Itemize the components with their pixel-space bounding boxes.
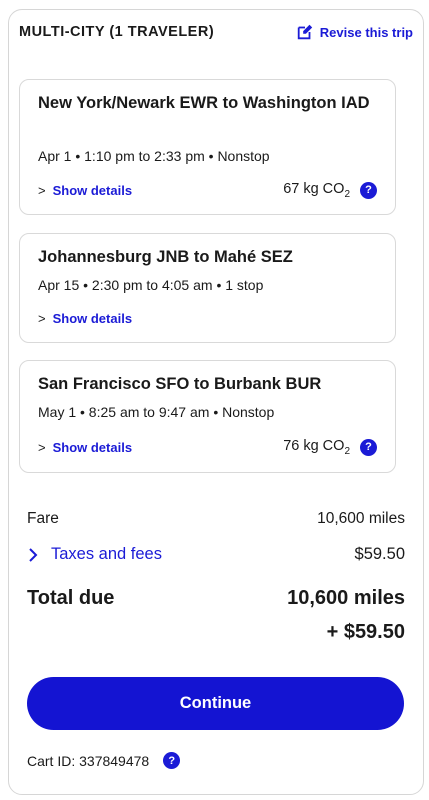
total-label: Total due [27, 587, 115, 609]
show-details-label: Show details [52, 183, 133, 198]
trip-header: MULTI-CITY (1 TRAVELER) Revise this trip [19, 21, 413, 43]
co2-emissions: 76 kg CO2 ? [283, 438, 377, 457]
revise-trip-label: Revise this trip [319, 24, 413, 40]
fare-label: Fare [27, 510, 59, 527]
co2-value: 76 kg CO2 [283, 438, 350, 457]
show-details-label: Show details [52, 311, 133, 326]
flight-times: May 1 • 8:25 am to 9:47 am • Nonstop [38, 404, 275, 420]
chevron-right-icon: > [38, 311, 46, 326]
flight-times: Apr 15 • 2:30 pm to 4:05 am • 1 stop [38, 277, 264, 293]
help-icon[interactable]: ? [163, 752, 181, 769]
show-details-link[interactable]: > Show details [38, 440, 132, 455]
chevron-right-icon: > [38, 440, 46, 455]
taxes-label: Taxes and fees [51, 545, 162, 563]
revise-trip-link[interactable]: Revise this trip [296, 23, 413, 41]
flight-route: San Francisco SFO to Burbank BUR [38, 375, 322, 393]
flight-times: Apr 1 • 1:10 pm to 2:33 pm • Nonstop [38, 148, 270, 164]
cart-id-label: Cart ID: 337849478 [27, 752, 150, 769]
taxes-value: $59.50 [354, 545, 405, 563]
chevron-right-icon: > [38, 183, 46, 198]
flight-card: New York/Newark EWR to Washington IAD Ap… [19, 79, 396, 215]
flight-route: New York/Newark EWR to Washington IAD [38, 94, 370, 112]
cart-id: Cart ID: 337849478 ? [27, 752, 181, 769]
show-details-link[interactable]: > Show details [38, 311, 132, 326]
total-row: Total due 10,600 miles [27, 587, 405, 610]
co2-value: 67 kg CO2 [283, 181, 350, 200]
edit-icon [297, 24, 312, 40]
help-icon[interactable]: ? [360, 438, 377, 456]
show-details-label: Show details [52, 440, 133, 455]
trip-type-title: MULTI-CITY (1 TRAVELER) [19, 24, 215, 40]
flight-card: Johannesburg JNB to Mahé SEZ Apr 15 • 2:… [19, 233, 396, 343]
show-details-link[interactable]: > Show details [38, 183, 132, 198]
taxes-row: Taxes and fees $59.50 [27, 545, 405, 564]
taxes-toggle[interactable]: Taxes and fees [27, 545, 162, 564]
fare-row: Fare 10,600 miles [27, 510, 405, 528]
help-icon[interactable]: ? [360, 181, 377, 199]
chevron-right-icon [29, 547, 38, 562]
total-usd: + $59.50 [326, 621, 405, 643]
co2-emissions: 67 kg CO2 ? [283, 181, 377, 200]
total-miles: 10,600 miles [287, 587, 405, 609]
continue-button[interactable]: Continue [27, 677, 404, 730]
flight-route: Johannesburg JNB to Mahé SEZ [38, 248, 293, 266]
fare-value: 10,600 miles [317, 510, 405, 527]
flight-card: San Francisco SFO to Burbank BUR May 1 •… [19, 360, 396, 473]
